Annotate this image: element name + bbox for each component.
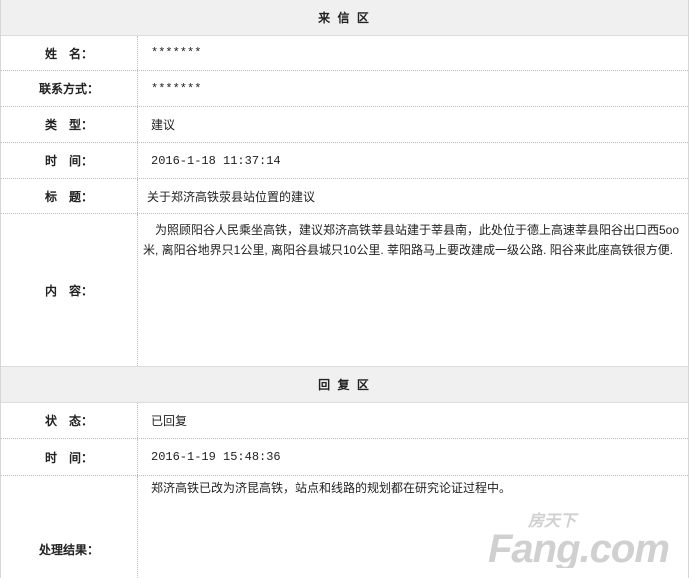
- reply-time-value: 2016-1-19 15:48:36: [151, 450, 281, 464]
- message-panel: 来 信 区 姓 名： ******* 联系方式： ******* 类 型： 建议…: [0, 0, 689, 578]
- contact-value: *******: [151, 81, 202, 96]
- content-value: 为照顾阳谷人民乘坐高铁，建议郑济高铁莘县站建于莘县南，此处位于德上高速莘县阳谷出…: [139, 214, 688, 366]
- watermark-brand-main: Fang.com: [488, 527, 669, 568]
- name-value: *******: [151, 46, 202, 60]
- submit-time-label: 时 间：: [1, 143, 138, 178]
- status-label: 状 态：: [1, 403, 138, 438]
- status-row: 状 态： 已回复: [1, 403, 688, 439]
- type-row: 类 型： 建议: [1, 107, 688, 143]
- reply-time-row: 时 间： 2016-1-19 15:48:36: [1, 439, 688, 476]
- incoming-section-header: 来 信 区: [1, 0, 688, 36]
- type-value: 建议: [151, 118, 176, 132]
- subject-label: 标 题：: [1, 179, 138, 213]
- subject-value: 关于郑济高铁荥县站位置的建议: [147, 189, 316, 204]
- contact-row: 联系方式： *******: [1, 71, 688, 107]
- status-value: 已回复: [151, 414, 188, 428]
- reply-time-label: 时 间：: [1, 439, 138, 475]
- content-label: 内 容：: [1, 214, 138, 366]
- type-label: 类 型：: [1, 107, 138, 142]
- reply-section-header: 回 复 区: [1, 366, 688, 403]
- content-row: 内 容： 为照顾阳谷人民乘坐高铁，建议郑济高铁莘县站建于莘县南，此处位于德上高速…: [1, 214, 688, 366]
- submit-time-value: 2016-1-18 11:37:14: [151, 153, 281, 168]
- content-text: 为照顾阳谷人民乘坐高铁，建议郑济高铁莘县站建于莘县南，此处位于德上高速莘县阳谷出…: [143, 223, 680, 257]
- name-row: 姓 名： *******: [1, 36, 688, 71]
- name-label: 姓 名：: [1, 36, 138, 70]
- contact-label: 联系方式：: [1, 71, 138, 106]
- subject-row: 标 题： 关于郑济高铁荥县站位置的建议: [1, 179, 688, 214]
- fang-watermark-logo: 房天下 Fang.com: [488, 512, 670, 568]
- result-label: 处理结果：: [1, 476, 138, 578]
- submit-time-row: 时 间： 2016-1-18 11:37:14: [1, 143, 688, 179]
